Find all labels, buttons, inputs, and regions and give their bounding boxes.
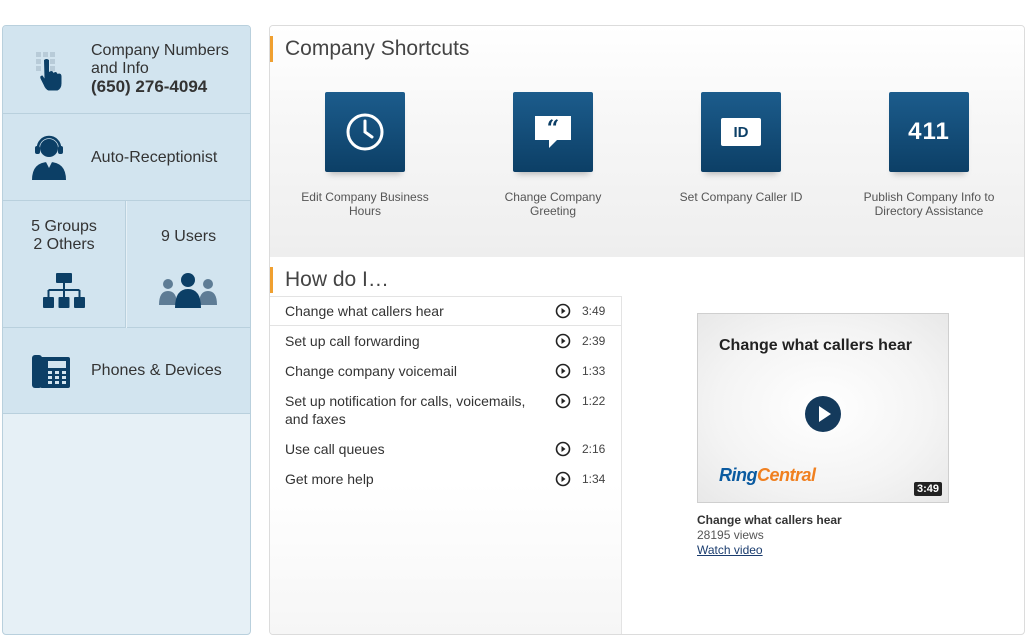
- play-circle-icon[interactable]: [555, 333, 571, 353]
- svg-text:“: “: [547, 116, 560, 142]
- howdo-item-label: Set up call forwarding: [285, 333, 420, 349]
- how-do-i-list: Change what callers hear 3:49 Set up cal…: [270, 296, 622, 634]
- users-group-icon: [159, 272, 217, 313]
- sidebar-phones-devices[interactable]: Phones & Devices: [3, 328, 250, 414]
- directory-411-glyph: 411: [908, 118, 950, 145]
- video-title: Change what callers hear: [719, 337, 912, 354]
- shortcut-change-greeting[interactable]: “ Change Company Greeting: [483, 92, 623, 218]
- company-shortcuts-title: Company Shortcuts: [270, 36, 469, 62]
- play-circle-icon[interactable]: [555, 471, 571, 491]
- others-count: 2 Others: [33, 236, 95, 253]
- company-shortcuts-section: Company Shortcuts Edit Company Business …: [270, 26, 1024, 257]
- logo-text-central: Central: [757, 465, 816, 485]
- directory-411-icon: 411: [889, 92, 969, 172]
- clock-icon: [325, 92, 405, 172]
- howdo-item-call-queues[interactable]: Use call queues 2:16: [270, 434, 621, 464]
- sidebar-company-numbers[interactable]: Company Numbers and Info (650) 276-4094: [3, 26, 250, 114]
- speech-bubble-icon: “: [513, 92, 593, 172]
- play-circle-icon[interactable]: [555, 441, 571, 461]
- sidebar-auto-receptionist[interactable]: Auto-Receptionist: [3, 114, 250, 201]
- groups-count-text: 5 Groups 2 Others: [3, 218, 125, 254]
- howdo-item-call-forwarding[interactable]: Set up call forwarding 2:39: [270, 326, 621, 356]
- ringcentral-logo: RingCentral: [719, 465, 816, 486]
- howdo-item-label: Change company voicemail: [285, 363, 457, 379]
- howdo-item-duration: 1:33: [582, 364, 606, 378]
- auto-receptionist-label: Auto-Receptionist: [91, 149, 218, 166]
- howdo-item-duration: 2:39: [582, 334, 606, 348]
- sidebar-users[interactable]: 9 Users: [127, 201, 250, 328]
- company-phone-number: (650) 276-4094: [91, 77, 208, 96]
- how-do-i-title: How do I…: [270, 267, 389, 293]
- shortcut-publish-directory[interactable]: 411 Publish Company Info to Directory As…: [859, 92, 999, 218]
- howdo-item-label: Set up notification for calls, voicemail…: [285, 393, 526, 427]
- play-circle-icon[interactable]: [555, 303, 571, 323]
- video-play-button[interactable]: [805, 396, 841, 437]
- watch-video-link[interactable]: Watch video: [697, 543, 842, 558]
- howdo-item-more-help[interactable]: Get more help 1:34: [270, 464, 621, 494]
- video-duration-badge: 3:49: [913, 482, 942, 496]
- howdo-item-label: Use call queues: [285, 441, 385, 457]
- sidebar: Company Numbers and Info (650) 276-4094 …: [2, 25, 251, 635]
- howdo-item-duration: 1:22: [582, 394, 606, 408]
- id-card-icon: ID: [701, 92, 781, 172]
- sidebar-groups[interactable]: 5 Groups 2 Others: [3, 201, 126, 328]
- howdo-item-duration: 3:49: [582, 304, 606, 318]
- desk-phone-icon: [32, 353, 70, 394]
- shortcut-label: Edit Company Business Hours: [301, 190, 429, 218]
- howdo-item-notifications[interactable]: Set up notification for calls, voicemail…: [270, 386, 621, 434]
- touch-keypad-icon: [33, 52, 67, 97]
- groups-count: 5 Groups: [31, 218, 97, 235]
- phones-devices-label: Phones & Devices: [91, 362, 222, 379]
- howdo-item-change-callers-hear[interactable]: Change what callers hear 3:49: [270, 297, 621, 326]
- company-numbers-title: Company Numbers and Info: [91, 42, 229, 77]
- shortcut-set-caller-id[interactable]: ID Set Company Caller ID: [671, 92, 811, 204]
- video-player[interactable]: Change what callers hear RingCentral 3:4…: [697, 313, 949, 503]
- users-count: 9 Users: [160, 228, 217, 245]
- play-circle-icon[interactable]: [555, 393, 571, 413]
- video-caption-title: Change what callers hear: [697, 513, 842, 527]
- howdo-item-duration: 2:16: [582, 442, 606, 456]
- howdo-item-duration: 1:34: [582, 472, 606, 486]
- play-circle-icon[interactable]: [555, 363, 571, 383]
- org-chart-icon: [43, 273, 85, 314]
- logo-text-ring: Ring: [719, 465, 758, 485]
- shortcut-label: Change Company Greeting: [504, 190, 602, 218]
- shortcut-edit-business-hours[interactable]: Edit Company Business Hours: [295, 92, 435, 218]
- id-card-glyph: ID: [721, 118, 761, 146]
- headset-operator-icon: [31, 134, 67, 187]
- howdo-item-label: Change what callers hear: [285, 303, 444, 319]
- video-caption: Change what callers hear 28195 views Wat…: [697, 513, 842, 558]
- company-numbers-text: Company Numbers and Info (650) 276-4094: [91, 42, 241, 96]
- shortcut-label: Set Company Caller ID: [679, 190, 803, 204]
- howdo-item-label: Get more help: [285, 471, 374, 487]
- main-panel: Company Shortcuts Edit Company Business …: [269, 25, 1025, 635]
- video-view-count: 28195 views: [697, 528, 764, 542]
- howdo-item-company-voicemail[interactable]: Change company voicemail 1:33: [270, 356, 621, 386]
- shortcut-label: Publish Company Info to Directory Assist…: [863, 190, 995, 218]
